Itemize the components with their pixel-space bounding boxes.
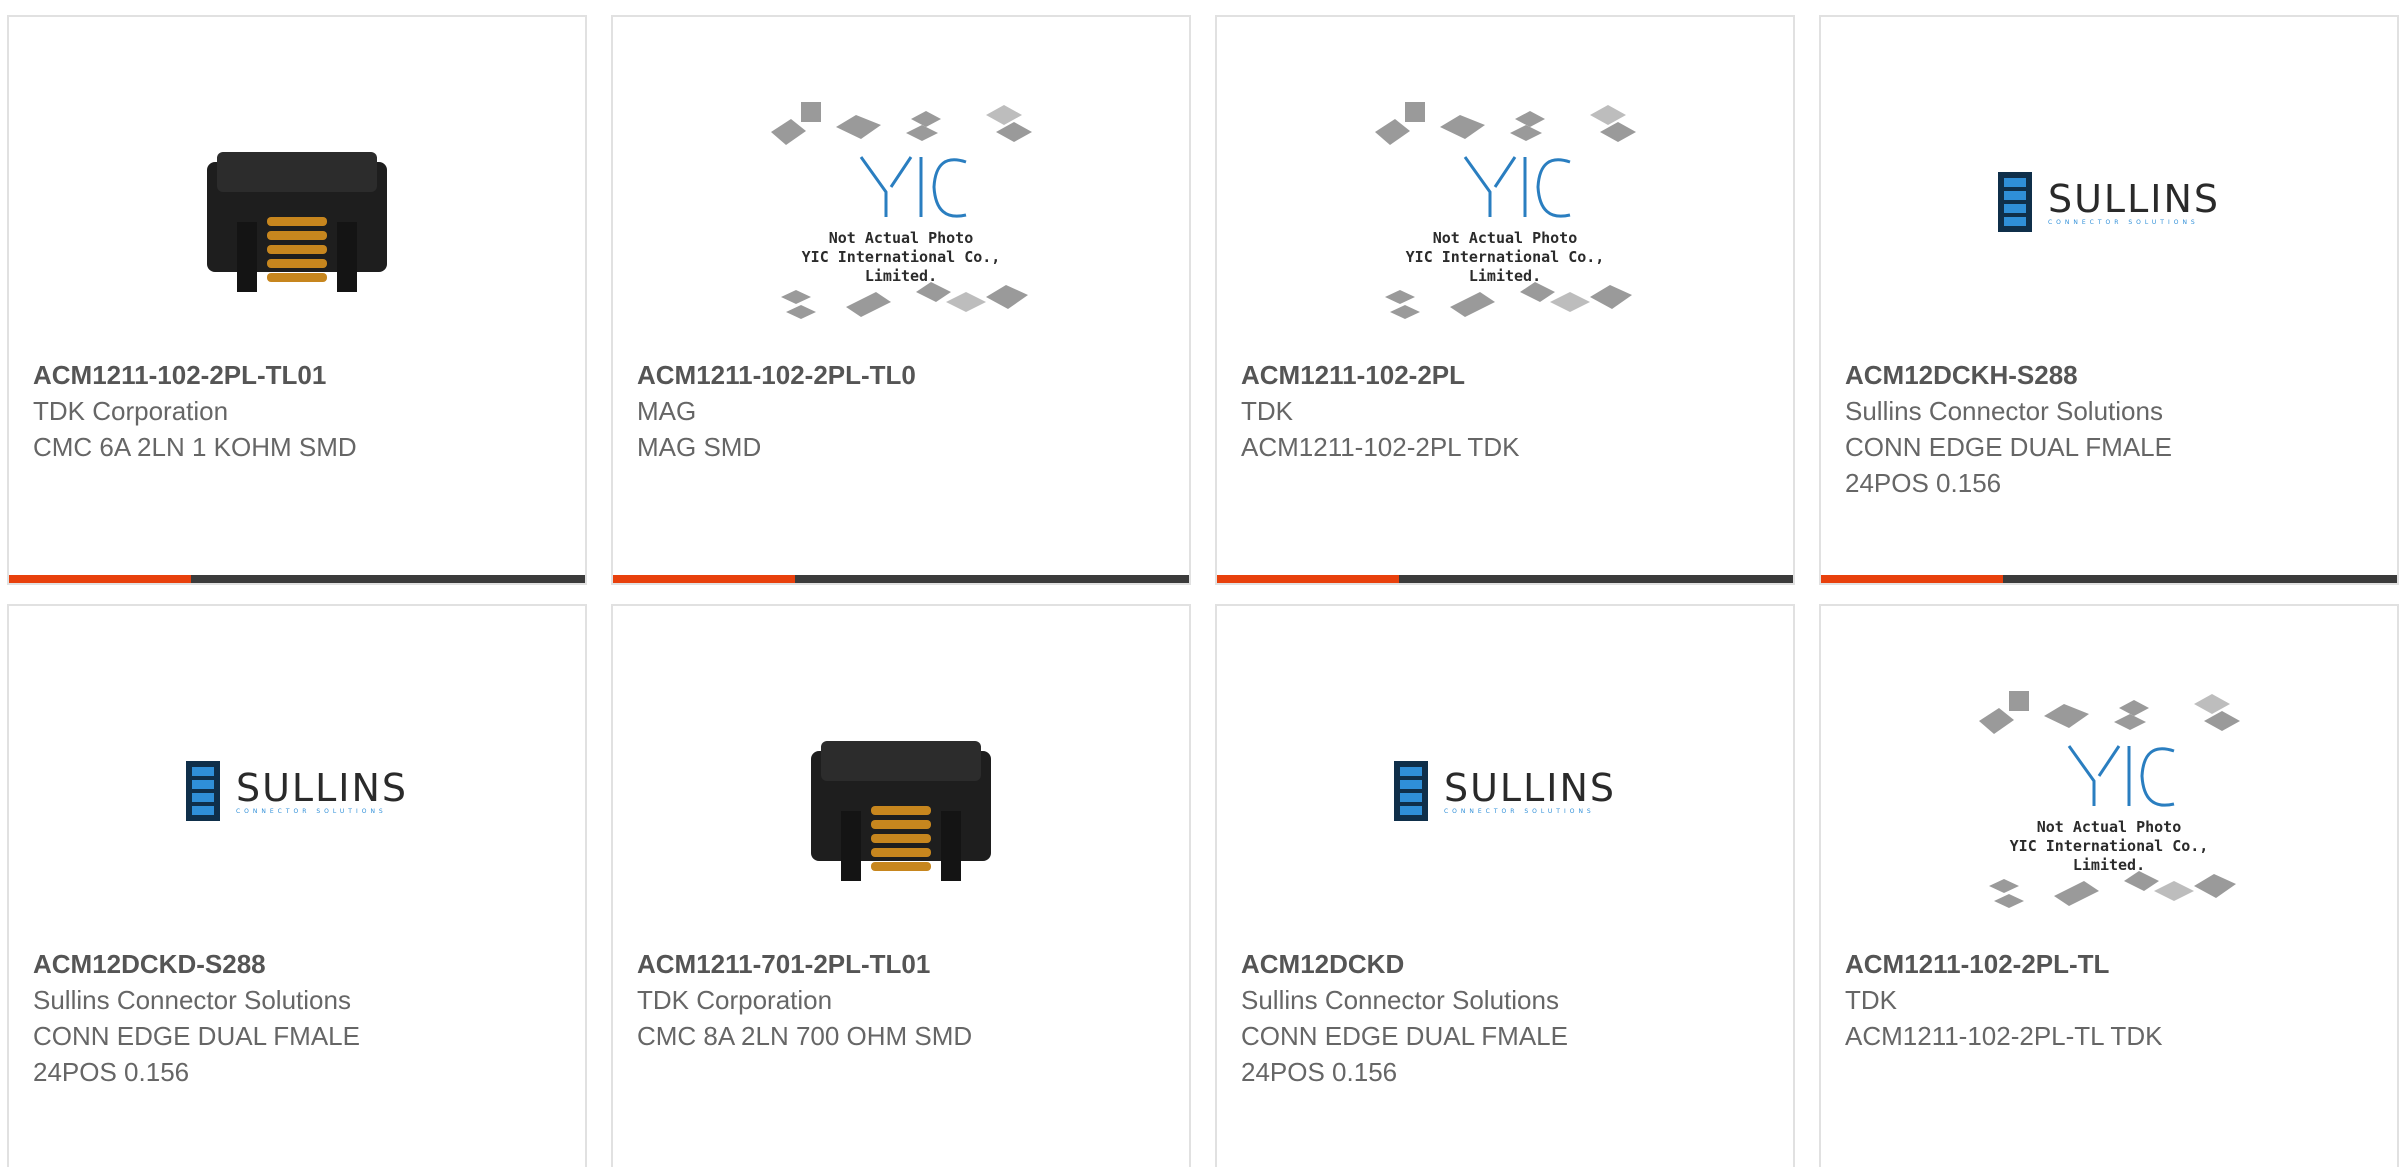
inductor-photo-icon: [811, 741, 991, 881]
product-info: ACM1211-102-2PL-TL01 TDK Corporation CMC…: [33, 357, 565, 465]
manufacturer: Sullins Connector Solutions: [1845, 396, 2163, 426]
yic-caption: Not Actual Photo YIC International Co., …: [1370, 229, 1640, 286]
card-accent: [9, 575, 191, 583]
description-line: 24POS 0.156: [33, 1057, 190, 1087]
description-line: CONN EDGE DUAL FMALE: [1241, 1021, 1568, 1051]
sullins-wordmark: SULLINS CONNECTOR SOLUTIONS: [1444, 768, 1616, 815]
card-accent: [613, 575, 795, 583]
description-line: 24POS 0.156: [1845, 468, 2002, 498]
yic-caption-line: YIC International Co., Limited.: [2009, 837, 2209, 874]
sullins-mark-icon: [185, 761, 220, 821]
description-line: ACM1211-102-2PL-TL TDK: [1845, 1021, 2163, 1051]
manufacturer: Sullins Connector Solutions: [33, 985, 351, 1015]
card-bottom-bar: [613, 575, 1189, 583]
part-number[interactable]: ACM12DCKD: [1241, 946, 1773, 982]
card-bottom-bar: [1217, 575, 1793, 583]
description-line: CONN EDGE DUAL FMALE: [1845, 432, 2172, 462]
yic-caption-line: Not Actual Photo: [2036, 818, 2182, 836]
sullins-word: SULLINS: [1443, 765, 1617, 810]
yic-caption: Not Actual Photo YIC International Co., …: [766, 229, 1036, 286]
product-info: ACM1211-102-2PL TDK ACM1211-102-2PL TDK: [1241, 357, 1773, 465]
product-info: ACM12DCKH-S288 Sullins Connector Solutio…: [1845, 357, 2377, 501]
manufacturer: Sullins Connector Solutions: [1241, 985, 1559, 1015]
sullins-word: SULLINS: [235, 765, 409, 810]
manufacturer: TDK Corporation: [637, 985, 833, 1015]
product-card[interactable]: Not Actual Photo YIC International Co., …: [611, 15, 1191, 585]
yic-caption: Not Actual Photo YIC International Co., …: [1974, 818, 2244, 875]
part-number[interactable]: ACM1211-102-2PL-TL01: [33, 357, 565, 393]
product-image[interactable]: [9, 97, 585, 337]
manufacturer: TDK: [1845, 985, 1897, 1015]
product-image[interactable]: SULLINS CONNECTOR SOLUTIONS: [9, 686, 585, 926]
product-card[interactable]: SULLINS CONNECTOR SOLUTIONS ACM12DCKH-S2…: [1819, 15, 2399, 585]
product-info: ACM1211-102-2PL-TL TDK ACM1211-102-2PL-T…: [1845, 946, 2377, 1054]
part-number[interactable]: ACM12DCKD-S288: [33, 946, 565, 982]
product-card[interactable]: SULLINS CONNECTOR SOLUTIONS ACM12DCKD-S2…: [7, 604, 587, 1167]
part-number[interactable]: ACM1211-102-2PL-TL: [1845, 946, 2377, 982]
card-accent: [1217, 575, 1399, 583]
card-bottom-bar: [9, 575, 585, 583]
card-accent: [1821, 575, 2003, 583]
sullins-mark-icon: [1393, 761, 1428, 821]
description-line: CMC 8A 2LN 700 OHM SMD: [637, 1021, 973, 1051]
manufacturer: TDK: [1241, 396, 1293, 426]
sullins-tagline: CONNECTOR SOLUTIONS: [235, 807, 387, 815]
product-info: ACM1211-102-2PL-TL0 MAG MAG SMD: [637, 357, 1169, 465]
yic-caption-line: YIC International Co., Limited.: [1405, 248, 1605, 285]
sullins-logo-icon: SULLINS CONNECTOR SOLUTIONS: [185, 761, 408, 821]
product-image[interactable]: SULLINS CONNECTOR SOLUTIONS: [1821, 97, 2397, 337]
inductor-photo-icon: [207, 152, 387, 292]
chip-cluster-icon: [1979, 691, 2240, 908]
product-card[interactable]: ACM1211-102-2PL-TL01 TDK Corporation CMC…: [7, 15, 587, 585]
sullins-logo-icon: SULLINS CONNECTOR SOLUTIONS: [1393, 761, 1616, 821]
sullins-tagline: CONNECTOR SOLUTIONS: [1443, 807, 1595, 815]
product-card[interactable]: Not Actual Photo YIC International Co., …: [1215, 15, 1795, 585]
product-image[interactable]: Not Actual Photo YIC International Co., …: [613, 97, 1189, 337]
product-card[interactable]: Not Actual Photo YIC International Co., …: [1819, 604, 2399, 1167]
part-number[interactable]: ACM1211-102-2PL-TL0: [637, 357, 1169, 393]
description-line: ACM1211-102-2PL TDK: [1241, 432, 1520, 462]
yic-caption-line: YIC International Co., Limited.: [801, 248, 1001, 285]
product-card[interactable]: ACM1211-701-2PL-TL01 TDK Corporation CMC…: [611, 604, 1191, 1167]
sullins-wordmark: SULLINS CONNECTOR SOLUTIONS: [236, 768, 408, 815]
sullins-mark-icon: [1997, 172, 2032, 232]
manufacturer: MAG: [637, 396, 697, 426]
part-number[interactable]: ACM1211-102-2PL: [1241, 357, 1773, 393]
product-info: ACM12DCKD-S288 Sullins Connector Solutio…: [33, 946, 565, 1090]
product-info: ACM12DCKD Sullins Connector Solutions CO…: [1241, 946, 1773, 1090]
chip-cluster-icon: [771, 102, 1032, 319]
product-info: ACM1211-701-2PL-TL01 TDK Corporation CMC…: [637, 946, 1169, 1054]
yic-caption-line: Not Actual Photo: [1432, 229, 1578, 247]
chip-cluster-icon: [1375, 102, 1636, 319]
sullins-word: SULLINS: [2047, 176, 2221, 221]
manufacturer: TDK Corporation: [33, 396, 229, 426]
part-number[interactable]: ACM1211-701-2PL-TL01: [637, 946, 1169, 982]
description-line: 24POS 0.156: [1241, 1057, 1398, 1087]
description-line: CONN EDGE DUAL FMALE: [33, 1021, 360, 1051]
yic-placeholder-icon: Not Actual Photo YIC International Co., …: [1974, 686, 2244, 926]
card-bottom-bar: [1821, 575, 2397, 583]
yic-placeholder-icon: Not Actual Photo YIC International Co., …: [1370, 97, 1640, 337]
part-number[interactable]: ACM12DCKH-S288: [1845, 357, 2377, 393]
description-line: CMC 6A 2LN 1 KOHM SMD: [33, 432, 357, 462]
product-card[interactable]: SULLINS CONNECTOR SOLUTIONS ACM12DCKD Su…: [1215, 604, 1795, 1167]
product-grid: ACM1211-102-2PL-TL01 TDK Corporation CMC…: [0, 0, 2400, 1167]
product-image[interactable]: Not Actual Photo YIC International Co., …: [1821, 686, 2397, 926]
product-image[interactable]: [613, 686, 1189, 926]
product-image[interactable]: SULLINS CONNECTOR SOLUTIONS: [1217, 686, 1793, 926]
sullins-logo-icon: SULLINS CONNECTOR SOLUTIONS: [1997, 172, 2220, 232]
description-line: MAG SMD: [637, 432, 762, 462]
product-image[interactable]: Not Actual Photo YIC International Co., …: [1217, 97, 1793, 337]
yic-placeholder-icon: Not Actual Photo YIC International Co., …: [766, 97, 1036, 337]
sullins-tagline: CONNECTOR SOLUTIONS: [2047, 218, 2199, 226]
yic-caption-line: Not Actual Photo: [828, 229, 974, 247]
sullins-wordmark: SULLINS CONNECTOR SOLUTIONS: [2048, 179, 2220, 226]
